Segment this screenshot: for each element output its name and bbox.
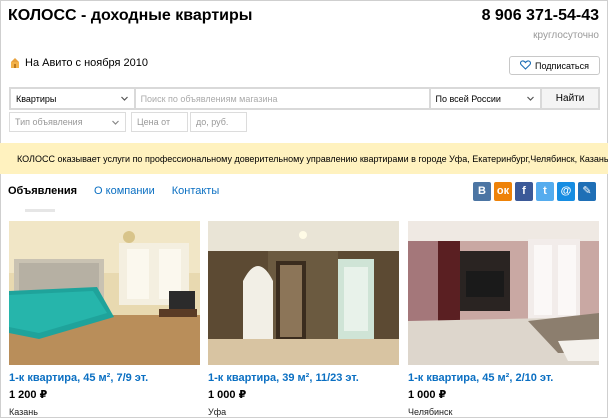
listing-title[interactable]: 1-к квартира, 45 м², 7/9 эт. <box>9 372 200 384</box>
price-to-input[interactable]: до, руб. <box>190 112 247 132</box>
category-select-value: Квартиры <box>16 93 57 104</box>
chevron-down-icon <box>120 96 128 101</box>
subscribe-button[interactable]: Подписаться <box>509 56 600 75</box>
twitter-icon[interactable]: t <box>536 182 554 201</box>
shop-badge-icon <box>9 57 21 69</box>
listing-card[interactable]: 1-к квартира, 39 м², 11/23 эт. 1 000 ₽ У… <box>208 221 399 417</box>
shop-title: КОЛОСС - доходные квартиры <box>8 7 253 24</box>
listing-city: Казань <box>9 407 38 417</box>
mail-icon[interactable]: @ <box>557 182 575 201</box>
listing-photo[interactable] <box>9 221 200 365</box>
price-from-placeholder: Цена от <box>137 117 171 127</box>
listing-photo[interactable] <box>408 221 599 365</box>
tab-about[interactable]: О компании <box>94 185 155 197</box>
search-button-label: Найти <box>555 93 585 104</box>
listing-city: Уфа <box>208 407 227 417</box>
facebook-icon[interactable]: f <box>515 182 533 201</box>
category-select[interactable]: Квартиры <box>11 89 134 108</box>
search-input-placeholder: Поиск по объявлениям магазина <box>140 93 278 104</box>
shop-search-bar: Квартиры Поиск по объявлениям магазина П… <box>9 87 600 110</box>
tab-contacts[interactable]: Контакты <box>172 185 220 197</box>
listing-city: Челябинск <box>408 407 453 417</box>
active-tab-indicator <box>25 209 55 212</box>
chevron-down-icon <box>112 120 119 125</box>
shop-description-text: КОЛОСС оказывает услуги по профессиональ… <box>17 153 608 164</box>
price-to-placeholder: до, руб. <box>196 117 229 127</box>
listing-title[interactable]: 1-к квартира, 45 м², 2/10 эт. <box>408 372 599 384</box>
chevron-down-icon <box>527 96 535 101</box>
price-from-input[interactable]: Цена от <box>131 112 188 132</box>
listing-card[interactable]: 1-к квартира, 45 м², 7/9 эт. 1 200 ₽ Каз… <box>9 221 200 417</box>
heart-icon <box>520 59 532 72</box>
listing-type-placeholder: Тип объявления <box>15 117 83 127</box>
search-input[interactable]: Поиск по объявлениям магазина <box>135 89 429 108</box>
shop-description-banner: КОЛОСС оказывает услуги по профессиональ… <box>0 143 608 174</box>
listing-card[interactable]: 1-к квартира, 45 м², 2/10 эт. 1 000 ₽ Че… <box>408 221 599 417</box>
listing-price: 1 000 ₽ <box>208 389 247 401</box>
price-filters: Тип объявления Цена от до, руб. <box>9 112 247 134</box>
listing-price: 1 200 ₽ <box>9 389 48 401</box>
vk-icon[interactable]: В <box>473 182 491 201</box>
phone-availability: круглосуточно <box>533 30 599 41</box>
region-select-value: По всей России <box>435 93 501 104</box>
share-buttons: В ок f t @ ✎ <box>473 182 596 201</box>
subscribe-label: Подписаться <box>535 60 589 71</box>
odnoklassniki-icon[interactable]: ок <box>494 182 512 201</box>
tab-listings[interactable]: Объявления <box>8 185 77 197</box>
listing-price: 1 000 ₽ <box>408 389 447 401</box>
search-button[interactable]: Найти <box>542 89 598 108</box>
member-since-text: На Авито с ноября 2010 <box>25 57 149 69</box>
listing-title[interactable]: 1-к квартира, 39 м², 11/23 эт. <box>208 372 399 384</box>
phone-number[interactable]: 8 906 371-54-43 <box>482 7 599 25</box>
region-select[interactable]: По всей России <box>430 89 541 108</box>
bookmark-icon[interactable]: ✎ <box>578 182 596 201</box>
member-since: На Авито с ноября 2010 <box>9 57 148 69</box>
listing-type-select[interactable]: Тип объявления <box>9 112 126 132</box>
shop-tabs: Объявления О компании Контакты <box>8 185 236 197</box>
listing-photo[interactable] <box>208 221 399 365</box>
